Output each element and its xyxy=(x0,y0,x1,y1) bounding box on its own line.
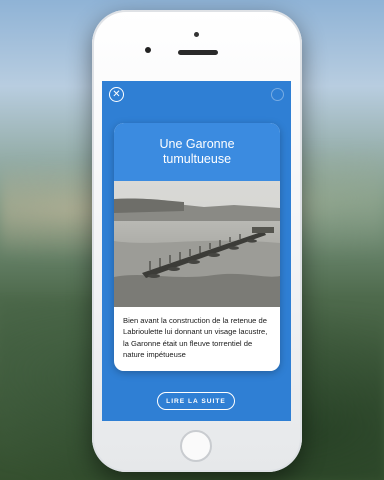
story-card: Une Garonne tumultueuse Bien avant la co… xyxy=(114,123,280,371)
phone-device: ✕ Une Garonne tumultueuse Bien avant la … xyxy=(92,10,302,472)
app-screen: ✕ Une Garonne tumultueuse Bien avant la … xyxy=(102,81,291,421)
secondary-action-icon[interactable] xyxy=(271,88,284,101)
home-button[interactable] xyxy=(180,430,212,462)
card-description: Bien avant la construction de la retenue… xyxy=(114,307,280,371)
read-more-button[interactable]: LIRE LA SUITE xyxy=(157,392,235,410)
proximity-sensor xyxy=(194,32,199,37)
historic-river-bridge-photo xyxy=(114,181,280,307)
earpiece-speaker xyxy=(178,50,218,55)
close-icon[interactable]: ✕ xyxy=(109,87,124,102)
front-camera xyxy=(145,47,151,53)
card-title: Une Garonne tumultueuse xyxy=(114,123,280,181)
